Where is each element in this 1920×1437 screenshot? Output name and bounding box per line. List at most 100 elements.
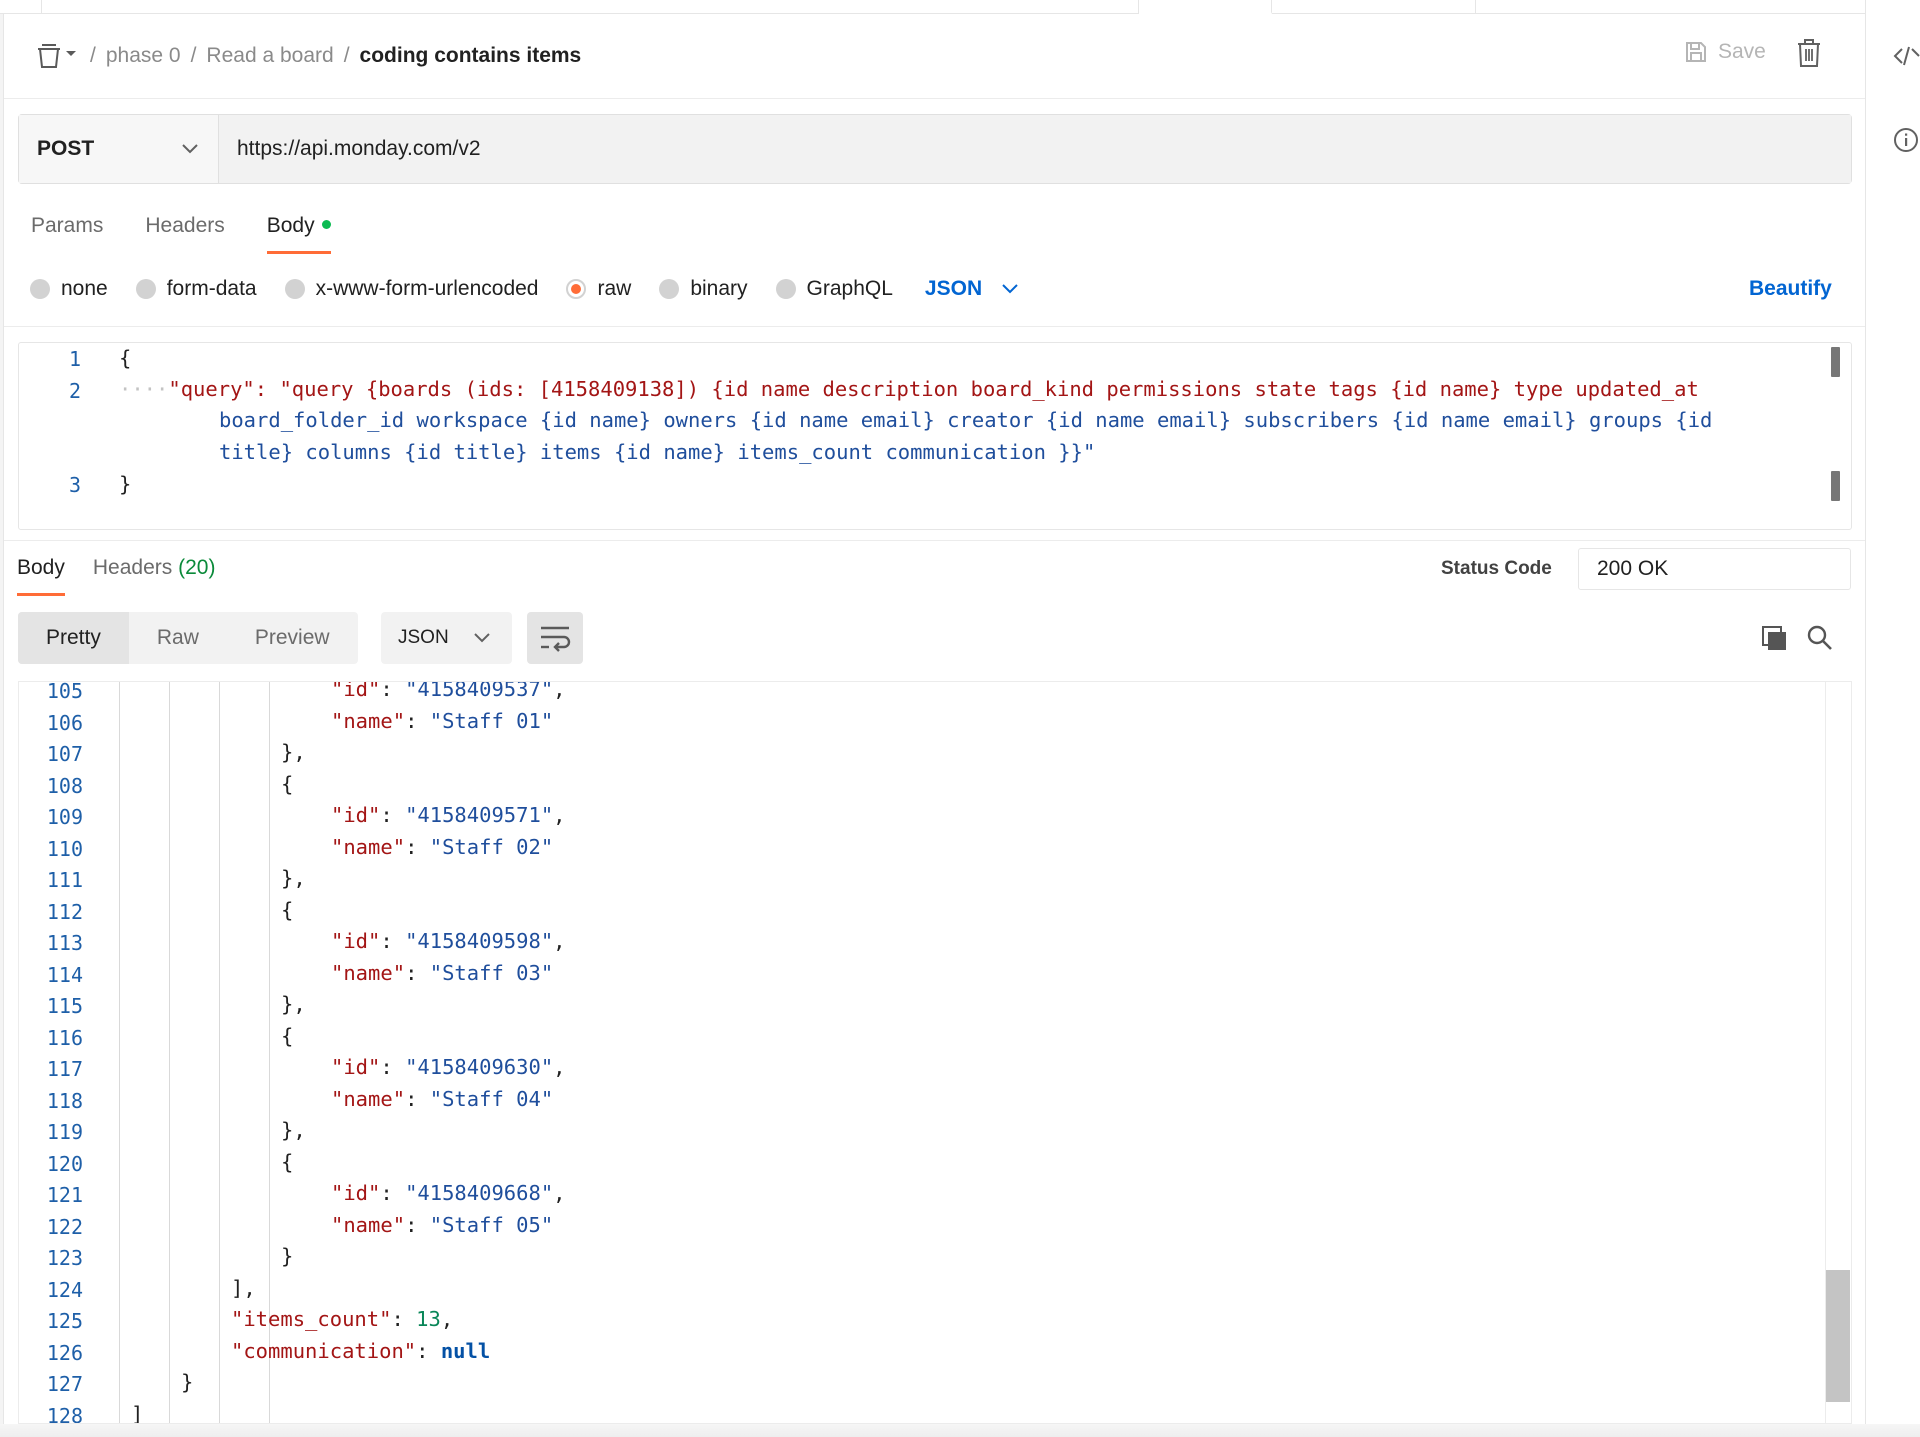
- status-code-value: 200 OK: [1578, 548, 1851, 590]
- tab-response-headers[interactable]: Headers (20): [93, 556, 216, 596]
- tab-strip-segment[interactable]: [42, 0, 1139, 14]
- json-line: "name": "Staff 04": [331, 1086, 554, 1111]
- search-icon[interactable]: [1806, 624, 1834, 657]
- radio-none[interactable]: [30, 279, 50, 299]
- json-line: "items_count": 13,: [231, 1307, 454, 1331]
- info-icon[interactable]: [1892, 126, 1920, 154]
- tab-body[interactable]: Body: [266, 214, 331, 254]
- tab-params[interactable]: Params: [31, 214, 103, 254]
- tab-strip-segment[interactable]: [1272, 0, 1476, 14]
- divider: [4, 540, 1865, 541]
- tab-body-label: Body: [266, 214, 315, 237]
- save-label: Save: [1718, 40, 1766, 63]
- view-raw[interactable]: Raw: [129, 612, 227, 664]
- mode-label: binary: [690, 277, 748, 300]
- json-line: },: [281, 866, 306, 890]
- mode-none[interactable]: none: [30, 277, 108, 301]
- indent-guide: [169, 682, 170, 1423]
- line-number: 113: [46, 931, 83, 955]
- breadcrumb-item[interactable]: Read a board: [206, 44, 333, 68]
- json-line: "id": "4158409668",: [331, 1181, 566, 1205]
- url-input[interactable]: https://api.monday.com/v2: [219, 115, 1851, 183]
- item-id-value: 4158409630: [417, 1055, 541, 1079]
- code-line: }: [119, 472, 132, 496]
- save-button[interactable]: Save: [1684, 40, 1766, 64]
- json-key: "name": [331, 834, 406, 859]
- json-line: "name": "Staff 02": [331, 834, 554, 859]
- method-value: POST: [37, 137, 95, 160]
- bottom-edge: [0, 1424, 1920, 1437]
- response-language-select[interactable]: JSON: [381, 612, 512, 664]
- items-count-value: 13: [416, 1307, 441, 1331]
- json-line: "id": "4158409537",: [331, 681, 566, 701]
- mode-label: x-www-form-urlencoded: [315, 277, 539, 300]
- scrollbar-bottom[interactable]: [1831, 471, 1840, 501]
- line-number: 110: [46, 836, 83, 861]
- line-number: 119: [46, 1120, 83, 1144]
- radio-raw[interactable]: [566, 279, 587, 299]
- collection-icon[interactable]: [36, 42, 80, 70]
- json-key: "name": [331, 960, 406, 985]
- view-preview[interactable]: Preview: [227, 612, 358, 664]
- breadcrumb-separator: /: [90, 44, 96, 67]
- indent-guide: [219, 682, 220, 1423]
- response-body-viewer[interactable]: 105 "id": "4158409537", 106 "name": "Staff …: [18, 681, 1852, 1424]
- radio-urlencoded[interactable]: [284, 279, 305, 299]
- line-number: 108: [46, 773, 83, 798]
- json-line: "id": "4158409571",: [331, 803, 566, 827]
- chevron-down-icon: [182, 144, 198, 154]
- json-line: "name": "Staff 05": [331, 1212, 554, 1237]
- request-name[interactable]: coding contains items: [360, 44, 582, 68]
- json-line: {: [281, 1023, 294, 1048]
- item-id-value: 4158409537: [417, 681, 541, 701]
- response-scrollbar-thumb[interactable]: [1826, 1270, 1850, 1402]
- request-tabs: Params Headers Body: [31, 214, 373, 254]
- line-number: 125: [46, 1309, 83, 1333]
- radio-graphql[interactable]: [775, 279, 796, 299]
- json-line: ],: [231, 1275, 256, 1300]
- body-mode-options: none form-data x-www-form-urlencoded raw…: [30, 277, 1018, 301]
- request-header: / phase 0 / Read a board / coding contai…: [4, 14, 1865, 99]
- tab-response-body[interactable]: Body: [17, 556, 65, 596]
- item-name-value: Staff 03: [442, 960, 541, 985]
- tab-strip-active-tab[interactable]: [1139, 0, 1272, 14]
- request-body-editor[interactable]: 1 2 3 { ····"query": "query {boards (ids…: [18, 342, 1852, 530]
- json-key: "id": [331, 929, 381, 953]
- tab-strip: [0, 0, 1865, 14]
- view-pretty[interactable]: Pretty: [18, 612, 129, 664]
- tab-strip-segment[interactable]: [0, 0, 42, 14]
- mode-form-data[interactable]: form-data: [135, 277, 257, 301]
- chevron-down-icon: [474, 633, 490, 643]
- mode-graphql[interactable]: GraphQL: [775, 277, 893, 301]
- item-id-value: 4158409598: [417, 929, 541, 953]
- mode-label: form-data: [166, 277, 257, 300]
- body-language-select[interactable]: JSON: [925, 277, 1018, 301]
- breadcrumb-item[interactable]: phase 0: [106, 44, 181, 68]
- indent-guide: [119, 682, 120, 1423]
- radio-binary[interactable]: [659, 279, 680, 299]
- wrap-lines-button[interactable]: [527, 612, 583, 664]
- response-tabs: Body Headers (20): [17, 556, 243, 596]
- scrollbar-top[interactable]: [1831, 347, 1840, 377]
- chevron-down-icon: [1002, 284, 1018, 294]
- radio-form-data[interactable]: [135, 279, 156, 299]
- headers-count: (20): [178, 556, 216, 579]
- method-select[interactable]: POST: [19, 115, 219, 183]
- json-line: },: [281, 1118, 306, 1142]
- copy-icon[interactable]: [1760, 624, 1788, 657]
- mode-binary[interactable]: binary: [659, 277, 748, 301]
- tab-headers[interactable]: Headers: [145, 214, 224, 254]
- line-number: 2: [68, 379, 81, 403]
- line-number: 114: [46, 962, 83, 987]
- json-line: ]: [131, 1401, 144, 1424]
- beautify-button[interactable]: Beautify: [1749, 277, 1832, 301]
- line-number: 120: [46, 1151, 83, 1176]
- line-number: 105: [46, 681, 83, 703]
- code-icon[interactable]: [1892, 42, 1920, 70]
- divider: [4, 326, 1865, 327]
- mode-raw[interactable]: raw: [566, 277, 631, 301]
- trash-icon[interactable]: [1796, 38, 1822, 73]
- json-line: "id": "4158409598",: [331, 929, 566, 953]
- mode-urlencoded[interactable]: x-www-form-urlencoded: [284, 277, 539, 301]
- line-number: 128: [46, 1403, 83, 1424]
